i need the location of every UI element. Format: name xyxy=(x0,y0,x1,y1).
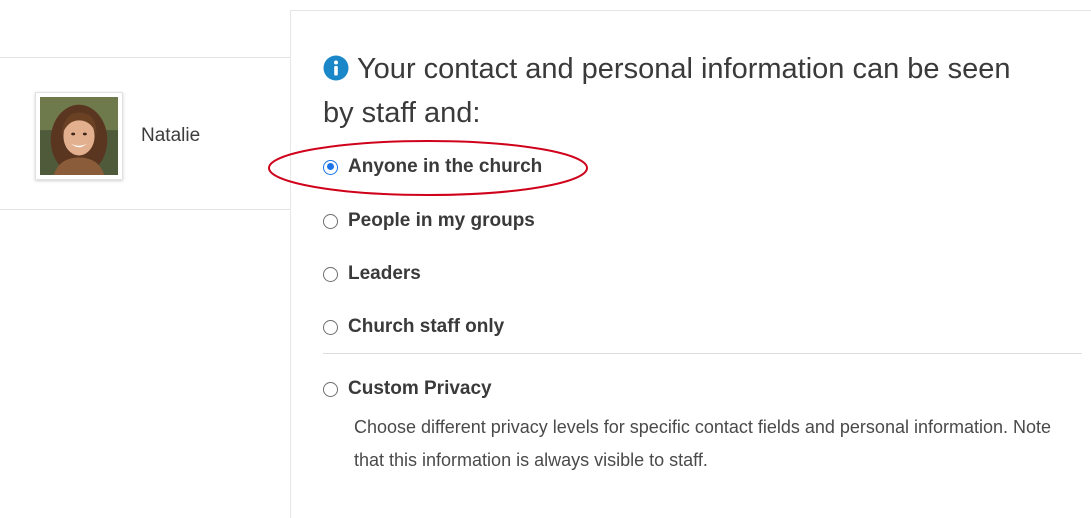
option-label: People in my groups xyxy=(348,210,535,231)
option-people-in-my-groups[interactable]: People in my groups xyxy=(323,209,535,233)
radio-leaders[interactable] xyxy=(323,266,338,282)
privacy-heading: Your contact and personal information ca… xyxy=(323,47,1043,135)
avatar-photo xyxy=(40,97,118,175)
sidebar: Natalie xyxy=(0,0,290,518)
privacy-panel: Your contact and personal information ca… xyxy=(290,10,1091,518)
divider xyxy=(323,353,1082,354)
info-circle-icon xyxy=(323,55,349,81)
radio-people-in-my-groups[interactable] xyxy=(323,213,338,229)
user-name: Natalie xyxy=(141,125,201,146)
user-card[interactable]: Natalie xyxy=(0,57,290,210)
avatar[interactable] xyxy=(35,92,123,180)
custom-privacy-description: Choose different privacy levels for spec… xyxy=(354,417,1052,470)
option-label: Anyone in the church xyxy=(348,156,543,177)
radio-church-staff-only[interactable] xyxy=(323,319,338,335)
privacy-heading-text: Your contact and personal information ca… xyxy=(323,53,1011,129)
radio-anyone-in-church[interactable] xyxy=(323,159,338,175)
radio-custom-privacy[interactable] xyxy=(323,381,338,397)
option-church-staff-only[interactable]: Church staff only xyxy=(323,315,504,339)
option-anyone-in-church[interactable]: Anyone in the church xyxy=(323,155,542,179)
option-leaders[interactable]: Leaders xyxy=(323,262,421,286)
option-label: Church staff only xyxy=(348,316,505,337)
option-label: Custom Privacy xyxy=(348,378,492,399)
option-custom-privacy[interactable]: Custom Privacy xyxy=(323,377,492,401)
option-label: Leaders xyxy=(348,263,421,284)
